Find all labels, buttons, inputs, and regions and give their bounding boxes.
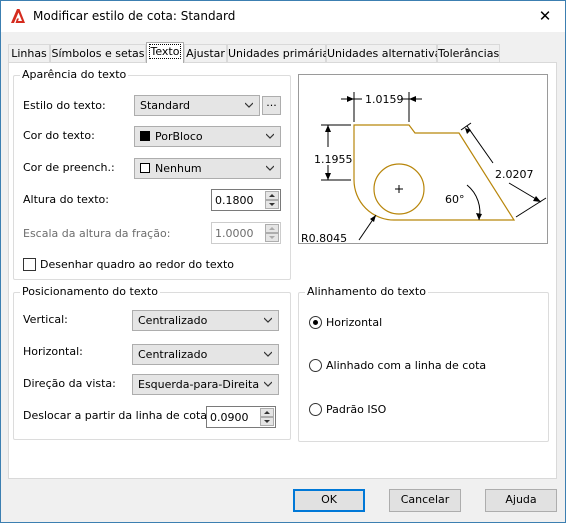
tab-tolerancias[interactable]: Tolerâncias [437,44,500,62]
alignment-horizontal-label[interactable]: Horizontal [326,316,382,329]
window-title: Modificar estilo de cota: Standard [33,9,236,23]
spin-up-icon [265,224,279,233]
text-style-label: Estilo do texto: [23,99,106,112]
spin-up-icon[interactable] [260,408,274,417]
preview-arrowheads [325,96,541,222]
tab-unidades-primarias[interactable]: Unidades primárias [227,44,335,62]
dim-right-text: 2.0207 [495,168,534,181]
chevron-down-icon [245,102,253,108]
dim-angle-text: 60° [445,193,465,206]
text-color-select[interactable]: PorBloco [134,126,281,147]
text-height-input[interactable] [215,192,259,208]
dimension-preview: 1.0159 1.1955 2.0207 60° R0.8045 [298,74,548,245]
group-title: Posicionamento do texto [20,285,160,298]
fill-color-select[interactable]: Nenhum [134,158,281,179]
spin-down-icon[interactable] [260,417,274,426]
alignment-horizontal-radio[interactable] [309,316,322,329]
fraction-scale-input [215,225,259,241]
tab-ajustar[interactable]: Ajustar [184,44,227,62]
dim-radius-text: R0.8045 [301,232,347,243]
chevron-down-icon [264,381,272,387]
fill-color-label: Cor de preench.: [23,161,115,174]
fraction-scale-label: Escala da altura da fração: [23,227,171,240]
group-text-appearance: Aparência do texto Estilo do texto: Stan… [13,68,291,280]
color-swatch [140,163,150,173]
group-title: Aparência do texto [20,68,129,81]
title-bar: Modificar estilo de cota: Standard ✕ [1,1,565,32]
view-direction-select[interactable]: Esquerda-para-Direita [132,374,279,395]
alignment-iso-radio[interactable] [309,403,322,416]
color-swatch [140,131,150,141]
tab-simbolos-e-setas[interactable]: Símbolos e setas [50,44,146,62]
autocad-logo-icon [11,9,25,23]
chevron-down-icon [264,351,272,357]
cancel-button[interactable]: Cancelar [389,489,461,512]
vertical-select[interactable]: Centralizado [132,310,279,331]
horizontal-label: Horizontal: [23,345,83,358]
offset-input[interactable] [210,409,254,425]
close-icon[interactable]: ✕ [533,5,557,27]
tab-unidades-alternativas[interactable]: Unidades alternativas [326,44,447,62]
view-direction-label: Direção da vista: [23,377,116,390]
spin-down-icon[interactable] [265,200,279,209]
draw-frame-checkbox[interactable] [23,258,36,271]
text-height-label: Altura do texto: [23,193,109,206]
spin-up-icon[interactable] [265,191,279,200]
horizontal-select[interactable]: Centralizado [132,344,279,365]
offset-label: Deslocar a partir da linha de cota: [23,409,211,422]
alignment-aligned-radio[interactable] [309,359,322,372]
draw-frame-label[interactable]: Desenhar quadro ao redor do texto [40,258,234,271]
preview-drawing: 1.0159 1.1955 2.0207 60° R0.8045 [301,92,547,245]
ok-button[interactable]: OK [293,489,365,512]
dim-left-text: 1.1955 [314,153,353,166]
help-button[interactable]: Ajuda [485,489,557,512]
vertical-label: Vertical: [23,313,68,326]
spin-down-icon [265,233,279,242]
text-color-label: Cor do texto: [23,129,95,142]
chevron-down-icon [264,317,272,323]
group-title: Alinhamento do texto [305,285,428,298]
offset-stepper[interactable] [206,406,276,428]
tab-texto[interactable]: Texto [146,42,184,63]
chevron-down-icon [266,133,274,139]
fraction-scale-stepper [211,222,281,244]
dialog-window: Modificar estilo de cota: Standard ✕ Lin… [0,0,566,523]
tab-linhas[interactable]: Linhas [8,44,50,62]
alignment-iso-label[interactable]: Padrão ISO [326,403,386,416]
dim-top-text: 1.0159 [365,93,404,106]
chevron-down-icon [266,165,274,171]
preview-geometry [353,124,516,221]
alignment-aligned-label[interactable]: Alinhado com a linha de cota [326,359,486,372]
text-style-browse-button[interactable]: ... [262,96,281,115]
group-text-placement: Posicionamento do texto Vertical: Centra… [13,285,291,440]
group-text-alignment: Alinhamento do texto Horizontal Alinhado… [298,285,549,442]
text-style-select[interactable]: Standard [134,95,260,116]
text-height-stepper[interactable] [211,189,281,211]
